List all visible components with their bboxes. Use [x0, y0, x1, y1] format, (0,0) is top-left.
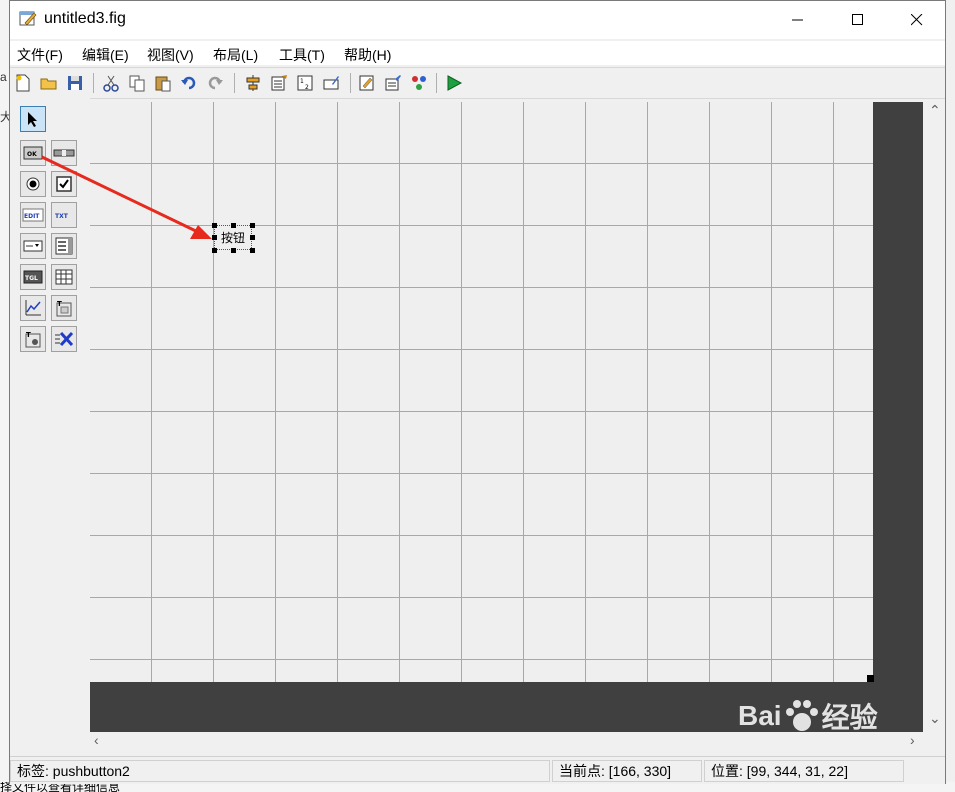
annotation-arrow-icon	[41, 155, 212, 239]
status-position: 位置: [99, 344, 31, 22]	[704, 760, 904, 782]
status-bar: 标签: pushbutton2 当前点: [166, 330] 位置: [99,…	[10, 756, 945, 784]
background-text-fragment: a	[0, 70, 7, 84]
scroll-up-icon[interactable]: ⌃	[929, 102, 941, 119]
status-tag: 标签: pushbutton2	[10, 760, 550, 782]
baidu-watermark: Bai 经验	[738, 687, 918, 745]
guide-window: untitled3.fig 文件(F) 编辑(E) 视图(V) 布局(L) 工具…	[9, 0, 946, 784]
vertical-scrollbar[interactable]: ⌃ ⌄	[925, 102, 945, 732]
watermark-text: Bai	[738, 700, 782, 731]
watermark-text: 经验	[821, 702, 878, 733]
scroll-left-icon[interactable]: ‹	[94, 732, 99, 748]
scroll-down-icon[interactable]: ⌄	[929, 710, 941, 727]
status-current-point: 当前点: [166, 330]	[552, 760, 702, 782]
paw-icon	[785, 700, 818, 731]
